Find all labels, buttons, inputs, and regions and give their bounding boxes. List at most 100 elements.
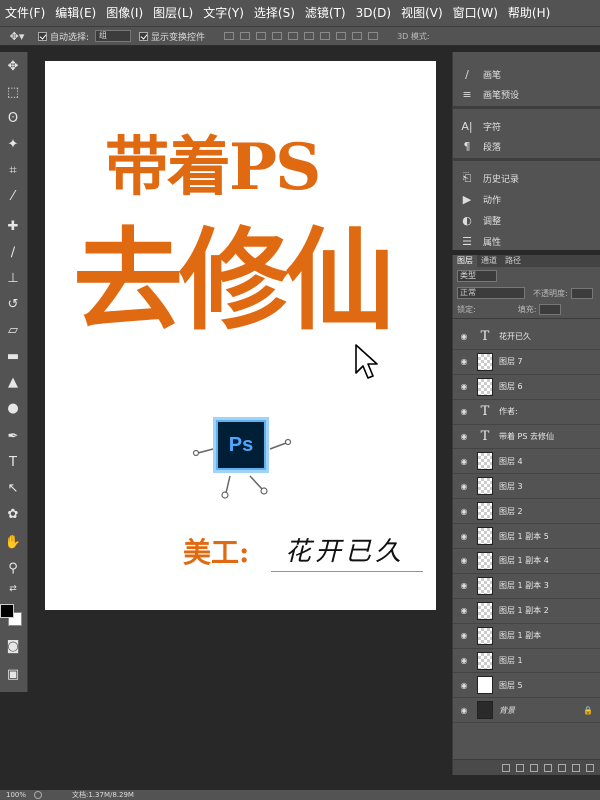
document-canvas[interactable]: 带着PS 去修仙 Ps 美工: 花开已久 [45, 61, 436, 610]
distribute-vcenter-icon[interactable] [336, 32, 347, 40]
layer-row[interactable]: ◉ 图层 2 [453, 499, 600, 525]
move-tool-icon[interactable]: ✥ [2, 56, 24, 76]
layers-tab[interactable]: 图层 [453, 255, 477, 267]
gradient-tool-icon[interactable]: ▬ [2, 346, 24, 366]
visibility-eye-icon[interactable]: ◉ [457, 407, 471, 417]
history-brush-tool-icon[interactable]: ↺ [2, 294, 24, 314]
align-top-icon[interactable] [224, 32, 235, 40]
type-tool-icon[interactable]: T [2, 452, 24, 472]
default-colors-icon[interactable]: ⇄ [2, 582, 24, 596]
visibility-eye-icon[interactable]: ◉ [457, 382, 471, 392]
lasso-tool-icon[interactable]: ʘ [2, 108, 24, 128]
visibility-eye-icon[interactable]: ◉ [457, 481, 471, 491]
layer-row[interactable]: ◉ 图层 1 副本 4 [453, 549, 600, 574]
auto-select-checkbox[interactable] [38, 31, 47, 41]
layer-row[interactable]: ◉ T 作者: [453, 400, 600, 425]
dodge-tool-icon[interactable]: ● [2, 398, 24, 418]
hand-tool-icon[interactable]: ✋ [2, 532, 24, 552]
visibility-eye-icon[interactable]: ◉ [457, 631, 471, 641]
new-group-icon[interactable] [558, 763, 566, 772]
visibility-eye-icon[interactable]: ◉ [457, 656, 471, 666]
layer-row[interactable]: ◉ 图层 4 [453, 449, 600, 475]
panel-button-properties[interactable]: ☰ 属性 [453, 231, 600, 251]
visibility-eye-icon[interactable]: ◉ [457, 332, 471, 342]
fill-field[interactable] [539, 304, 562, 315]
marquee-tool-icon[interactable]: ⬚ [2, 82, 24, 102]
distribute-top-icon[interactable] [320, 32, 331, 40]
status-info-icon[interactable] [34, 791, 42, 799]
custom-shape-tool-icon[interactable]: ✿ [2, 504, 24, 524]
layer-row[interactable]: ◉ 图层 1 副本 3 [453, 574, 600, 599]
menu-item[interactable]: 编辑(E) [50, 0, 101, 26]
path-selection-tool-icon[interactable]: ↖ [2, 478, 24, 498]
panel-button-adjustments[interactable]: ◐ 调整 [453, 210, 600, 230]
screen-mode-icon[interactable]: ▣ [2, 664, 24, 684]
layers-tab[interactable]: 路径 [501, 255, 525, 267]
distribute-left-icon[interactable] [368, 32, 379, 40]
layers-tab[interactable]: 通道 [477, 255, 501, 267]
zoom-tool-icon[interactable]: ⚲ [2, 558, 24, 578]
panel-button-history[interactable]: ⎗ 历史记录 [453, 168, 600, 188]
menu-item[interactable]: 图层(L) [148, 0, 198, 26]
adjustment-layer-icon[interactable] [544, 763, 552, 772]
panel-button-actions[interactable]: ▶ 动作 [453, 189, 600, 209]
visibility-eye-icon[interactable]: ◉ [457, 357, 471, 367]
menu-item[interactable]: 文件(F) [0, 0, 50, 26]
align-left-icon[interactable] [272, 32, 283, 40]
visibility-eye-icon[interactable]: ◉ [457, 432, 471, 442]
panel-button-brush[interactable]: ∕ 画笔 [453, 64, 600, 84]
panel-button-character[interactable]: A| 字符 [453, 116, 600, 136]
visibility-eye-icon[interactable]: ◉ [457, 456, 471, 466]
layer-row[interactable]: ◉ T 花开已久 [453, 325, 600, 350]
visibility-eye-icon[interactable]: ◉ [457, 705, 471, 715]
eyedropper-tool-icon[interactable]: ⁄ [2, 186, 24, 206]
menu-item[interactable]: 窗口(W) [448, 0, 503, 26]
clone-stamp-tool-icon[interactable]: ⊥ [2, 268, 24, 288]
visibility-eye-icon[interactable]: ◉ [457, 506, 471, 516]
eraser-tool-icon[interactable]: ▱ [2, 320, 24, 340]
menu-item[interactable]: 视图(V) [396, 0, 448, 26]
brush-tool-icon[interactable]: ∕ [2, 242, 24, 262]
quick-mask-icon[interactable]: ◙ [2, 636, 24, 656]
menu-item[interactable]: 滤镜(T) [300, 0, 351, 26]
blend-mode-dropdown[interactable]: 正常 [457, 287, 525, 299]
new-layer-icon[interactable] [572, 763, 580, 772]
layer-style-icon[interactable] [516, 763, 524, 772]
visibility-eye-icon[interactable]: ◉ [457, 581, 471, 591]
layer-row[interactable]: ◉ 图层 1 副本 [453, 624, 600, 649]
align-right-icon[interactable] [304, 32, 315, 40]
panel-button-brush-preset[interactable]: ≡ 画笔预设 [453, 84, 600, 104]
layer-row[interactable]: ◉ 图层 5 [453, 673, 600, 699]
delete-layer-icon[interactable] [586, 763, 594, 772]
magic-wand-tool-icon[interactable]: ✦ [2, 134, 24, 154]
align-hcenter-icon[interactable] [288, 32, 299, 40]
layer-row[interactable]: ◉ 背景 🔒 [453, 698, 600, 724]
align-bottom-icon[interactable] [256, 32, 267, 40]
layer-row[interactable]: ◉ 图层 1 副本 5 [453, 524, 600, 550]
layer-row[interactable]: ◉ T 带着 PS 去修仙 [453, 425, 600, 450]
layer-row[interactable]: ◉ 图层 1 副本 2 [453, 599, 600, 624]
pen-tool-icon[interactable]: ✒ [2, 426, 24, 446]
menu-item[interactable]: 3D(D) [351, 0, 396, 26]
visibility-eye-icon[interactable]: ◉ [457, 531, 471, 541]
visibility-eye-icon[interactable]: ◉ [457, 680, 471, 690]
menu-item[interactable]: 图像(I) [101, 0, 148, 26]
layer-row[interactable]: ◉ 图层 1 [453, 649, 600, 674]
visibility-eye-icon[interactable]: ◉ [457, 606, 471, 616]
move-tool-preset-icon[interactable]: ✥▾ [4, 28, 30, 44]
auto-select-dropdown[interactable]: 组 [95, 30, 132, 42]
panel-button-paragraph[interactable]: ¶ 段落 [453, 136, 600, 156]
healing-brush-tool-icon[interactable]: ✚ [2, 216, 24, 236]
layer-row[interactable]: ◉ 图层 6 [453, 375, 600, 400]
visibility-eye-icon[interactable]: ◉ [457, 556, 471, 566]
add-mask-icon[interactable] [530, 763, 538, 772]
show-transform-checkbox[interactable] [139, 31, 149, 41]
layer-row[interactable]: ◉ 图层 7 [453, 350, 600, 375]
foreground-color-swatch[interactable] [0, 604, 14, 618]
align-vcenter-icon[interactable] [240, 32, 251, 40]
distribute-bottom-icon[interactable] [352, 32, 363, 40]
zoom-level[interactable]: 100% [6, 791, 34, 799]
menu-item[interactable]: 帮助(H) [503, 0, 555, 26]
layer-filter-kind-dropdown[interactable]: 类型 [457, 270, 497, 282]
crop-tool-icon[interactable]: ⌗ [2, 160, 24, 180]
